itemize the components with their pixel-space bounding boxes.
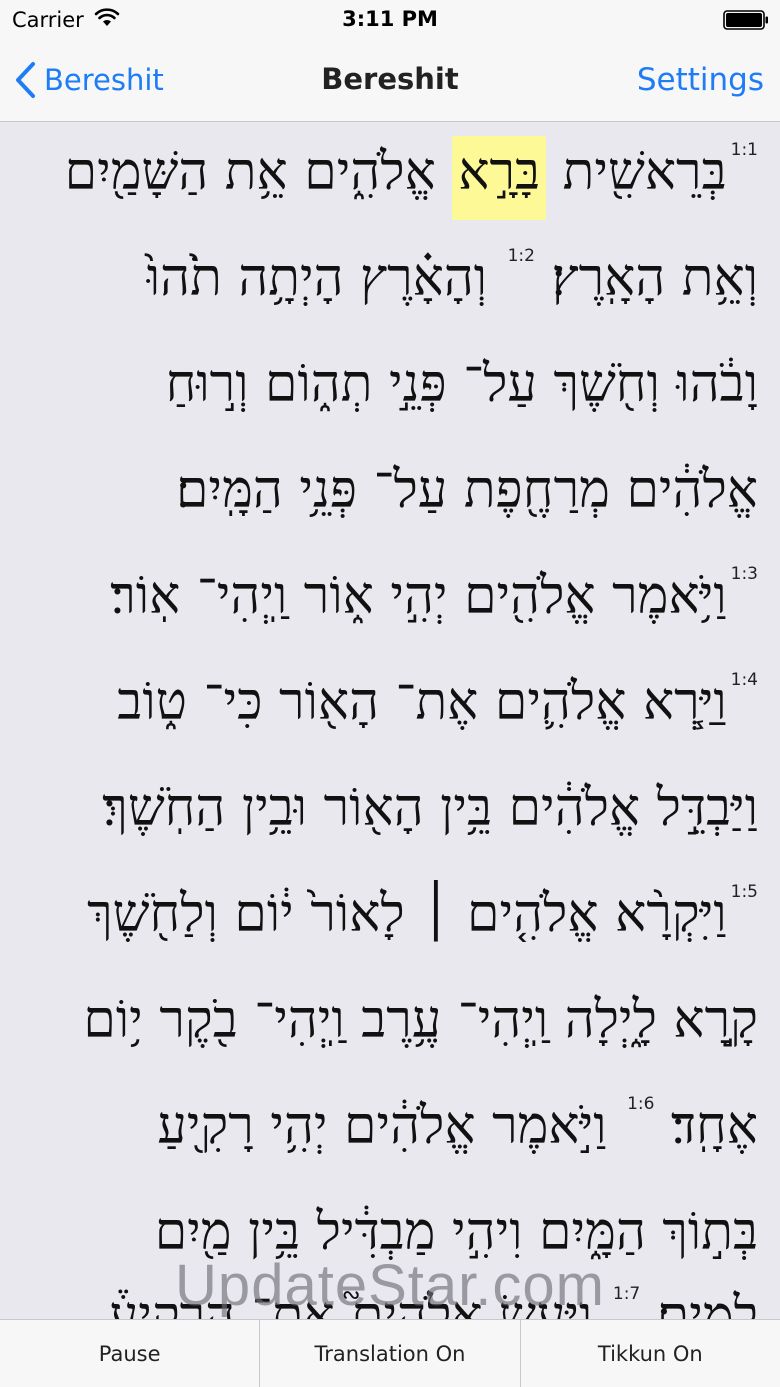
text-segment: וַיֹּ֣אמֶר אֱלֹהִ֔ים יְהִ֥י רָקִ֖יעַ xyxy=(157,1096,624,1156)
text-line-1: 1:1בְּרֵאשִׁ֖ית בָּרָ֣א אֱלֹהִ֑ים אֵ֥ת ה… xyxy=(65,136,758,220)
text-segment: וַיֹּ֥אמֶר אֱלֹהִ֖ים יְהִ֣י א֑וֹר וַֽיְה… xyxy=(110,566,727,626)
status-bar: Carrier 3:11 PM xyxy=(0,0,780,40)
verse-number: 1:2 xyxy=(507,246,535,266)
pause-button[interactable]: Pause xyxy=(0,1320,261,1387)
text-segment: וַיַּבְדֵּ֣ל אֱלֹהִ֔ים בֵּ֥ין הָא֖וֹר וּ… xyxy=(102,778,758,838)
text-line-2: וְאֵ֥ת הָאָֽרֶץ׃ 1:2 וְהָאָ֗רֶץ הָיְתָ֥ה… xyxy=(147,248,758,305)
watermark: UpdateStar.com xyxy=(175,1253,605,1318)
status-time: 3:11 PM xyxy=(342,7,438,31)
text-line-10: אֶחָֽד׃ 1:6 וַיֹּ֣אמֶר אֱלֹהִ֔ים יְהִ֥י … xyxy=(157,1096,758,1153)
battery-icon xyxy=(723,10,768,30)
text-segment: קָ֣רָא לָ֑יְלָה וַֽיְהִי־ עֶ֥רֶב וַֽיְהִ… xyxy=(83,990,758,1050)
text-segment: וְהָאָ֗רֶץ הָיְתָ֥ה תֹ֙הוּ֙ xyxy=(146,248,504,308)
text-segment: אֱלֹהִ֔ים מְרַחֶ֖פֶת עַל־ פְּנֵ֥י הַמָּֽ… xyxy=(175,460,758,520)
text-line-7: וַיַּבְדֵּ֣ל אֱלֹהִ֔ים בֵּ֥ין הָא֖וֹר וּ… xyxy=(102,782,758,834)
text-segment: אֶחָֽד׃ xyxy=(654,1096,758,1156)
text-line-6: 1:4וַיַּ֧רְא אֱלֹהִ֛ים אֶת־ הָא֖וֹר כִּי… xyxy=(117,672,758,729)
text-segment: אֱלֹהִ֑ים אֵ֥ת הַשָּׁמַ֖יִם xyxy=(64,142,453,202)
text-segment: בְּרֵאשִׁ֖ית xyxy=(546,142,727,202)
hebrew-text-area[interactable]: 1:1בְּרֵאשִׁ֖ית בָּרָ֣א אֱלֹהִ֑ים אֵ֥ת ה… xyxy=(0,122,780,1319)
text-segment: וַיִּקְרָ֨א אֱלֹהִ֤ים ׀ לָאוֹר֙ י֔וֹם וְ… xyxy=(87,884,727,944)
verse-number: 1:1 xyxy=(730,140,758,160)
text-line-11: בְּת֣וֹךְ הַמָּ֑יִם וִיהִ֣י מַבְדִּ֔יל ב… xyxy=(155,1206,758,1258)
navigation-bar: Bereshit Bereshit Settings xyxy=(0,40,780,122)
text-line-8: 1:5וַיִּקְרָ֨א אֱלֹהִ֤ים ׀ לָאוֹר֙ י֔וֹם… xyxy=(87,884,758,941)
text-segment: וָבֹ֔הוּ וְחֹ֖שֶׁךְ עַל־ פְּנֵ֣י תְה֑וֹם… xyxy=(165,354,758,414)
bottom-toolbar: Pause Translation On Tikkun On xyxy=(0,1319,780,1387)
tikkun-toggle-button[interactable]: Tikkun On xyxy=(521,1320,780,1387)
text-segment: וַיַּ֧רְא אֱלֹהִ֛ים אֶת־ הָא֖וֹר כִּי־ ט… xyxy=(117,672,727,732)
verse-number: 1:5 xyxy=(730,882,758,902)
verse-number: 1:4 xyxy=(730,670,758,690)
verse-number: 1:6 xyxy=(627,1094,655,1114)
verse-number: 1:3 xyxy=(730,564,758,584)
translation-toggle-button[interactable]: Translation On xyxy=(260,1320,521,1387)
text-line-9: קָ֣רָא לָ֑יְלָה וַֽיְהִי־ עֶ֥רֶב וַֽיְהִ… xyxy=(83,994,758,1046)
text-line-4: אֱלֹהִ֔ים מְרַחֶ֖פֶת עַל־ פְּנֵ֥י הַמָּֽ… xyxy=(176,464,758,516)
settings-button[interactable]: Settings xyxy=(637,62,764,98)
text-line-5: 1:3וַיֹּ֥אמֶר אֱלֹהִ֖ים יְהִ֣י א֑וֹר וַֽ… xyxy=(110,566,758,623)
text-line-3: וָבֹ֔הוּ וְחֹ֖שֶׁךְ עַל־ פְּנֵ֣י תְה֑וֹם… xyxy=(166,358,758,410)
highlighted-word[interactable]: בָּרָ֣א xyxy=(452,136,547,220)
text-segment: וְאֵ֥ת הָאָֽרֶץ׃ xyxy=(534,248,758,308)
